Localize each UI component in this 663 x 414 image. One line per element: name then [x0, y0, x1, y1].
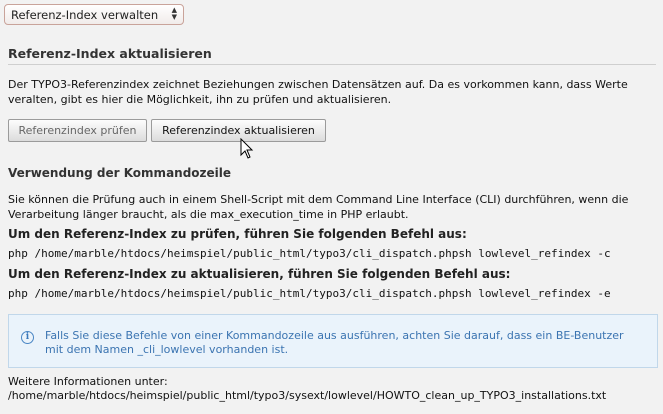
cli-title: Verwendung der Kommandozeile — [8, 166, 232, 180]
function-select[interactable]: Referenz-Index verwalten ▲ ▼ — [4, 4, 184, 25]
check-refindex-button[interactable]: Referenzindex prüfen — [8, 119, 147, 142]
update-refindex-button[interactable]: Referenzindex aktualisieren — [151, 119, 326, 142]
function-select-value: Referenz-Index verwalten — [11, 8, 159, 22]
info-icon: i — [21, 331, 34, 344]
select-arrows-icon: ▲ ▼ — [171, 6, 177, 21]
more-info-label: Weitere Informationen unter: — [8, 375, 168, 388]
cli-description: Sie können die Prüfung auch in einem She… — [8, 193, 629, 221]
check-command: php /home/marble/htdocs/heimspiel/public… — [8, 247, 611, 260]
mouse-cursor-icon — [240, 138, 254, 159]
check-command-heading: Um den Referenz-Index zu prüfen, führen … — [8, 227, 467, 241]
update-command-heading: Um den Referenz-Index zu aktualisieren, … — [8, 267, 511, 281]
section-title: Referenz-Index aktualisieren — [8, 46, 212, 61]
more-info: Weitere Informationen unter: /home/marbl… — [8, 375, 606, 403]
update-command: php /home/marble/htdocs/heimspiel/public… — [8, 287, 611, 300]
divider — [8, 64, 656, 65]
section-description: Der TYPO3-Referenzindex zeichnet Beziehu… — [8, 78, 628, 106]
more-info-path: /home/marble/htdocs/heimspiel/public_htm… — [8, 389, 607, 402]
info-box: i Falls Sie diese Befehle von einer Komm… — [8, 314, 658, 368]
info-text: Falls Sie diese Befehle von einer Komman… — [45, 329, 624, 356]
